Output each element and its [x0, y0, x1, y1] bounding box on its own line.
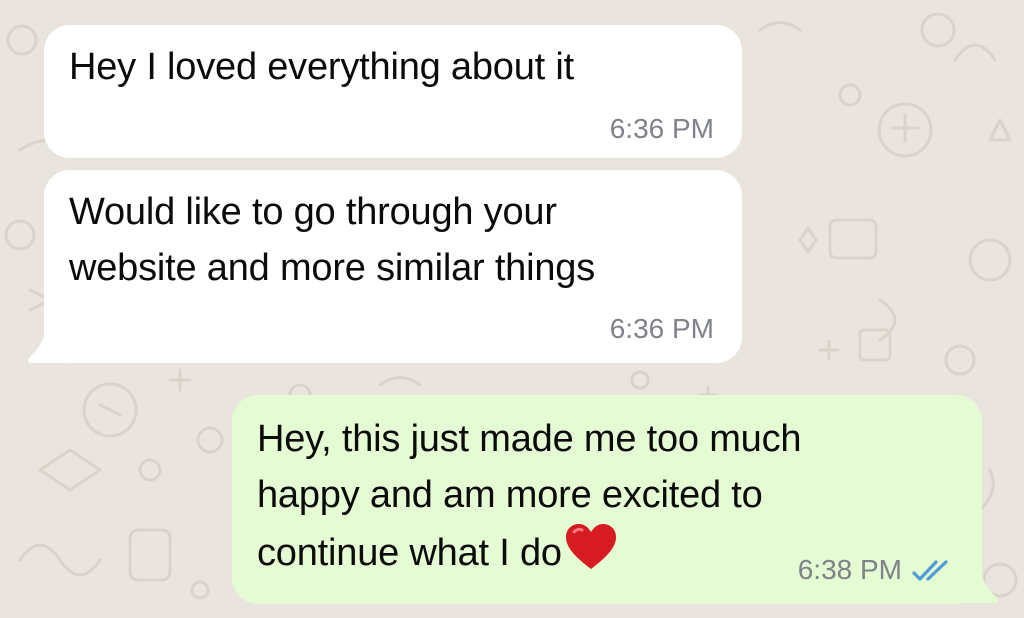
message-bubble-incoming-1[interactable]: Hey I loved everything about it 6:36 PM — [44, 25, 742, 158]
message-timestamp: 6:36 PM — [609, 113, 714, 144]
message-bubble-outgoing-1[interactable]: Hey, this just made me too much happy an… — [232, 395, 982, 604]
message-text: Would like to go through your website an… — [69, 191, 596, 289]
message-text: Hey I loved everything about it — [69, 46, 574, 88]
message-timestamp: 6:36 PM — [609, 313, 714, 344]
message-text-content: Hey, this just made me too much happy an… — [257, 418, 802, 574]
double-check-read-icon — [912, 560, 948, 581]
message-text: Hey, this just made me too much happy an… — [257, 411, 802, 581]
incoming-bubble-tail — [28, 320, 66, 363]
outgoing-bubble-tail — [960, 560, 998, 603]
red-heart-emoji-icon — [565, 524, 616, 569]
message-timestamp: 6:38 PM — [797, 554, 902, 585]
message-bubble-incoming-2[interactable]: Would like to go through your website an… — [44, 170, 742, 363]
